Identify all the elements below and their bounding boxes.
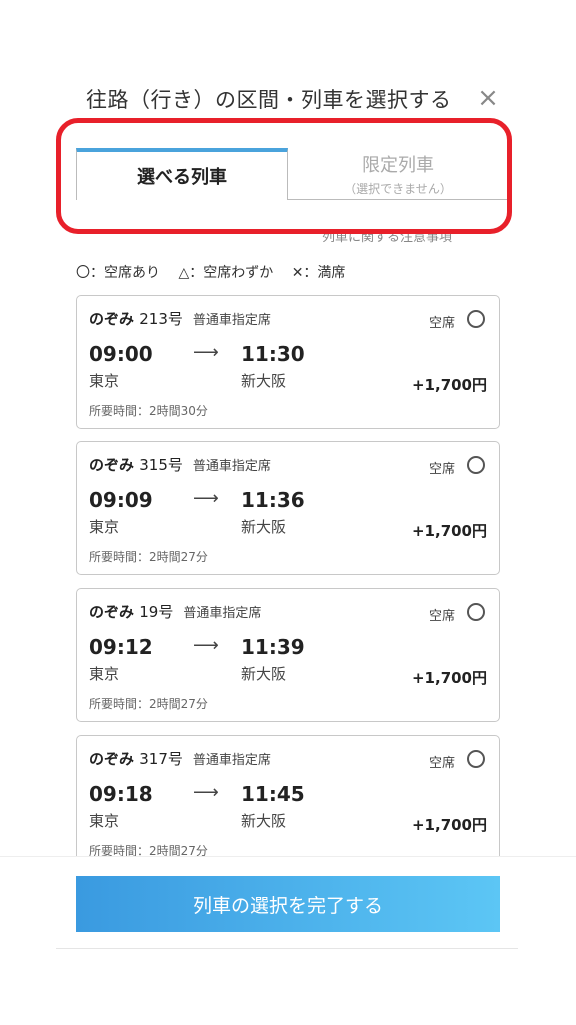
seat-status: 空席 [428,462,455,477]
tab-label: 限定列車 [362,154,434,176]
train-radio[interactable] [467,750,485,768]
train-card[interactable]: のぞみ 213号 普通車指定席 空席 09:00 ⟶ 11:30 東京 新大阪 +… [76,295,500,429]
divider [56,948,518,949]
duration: 所要時間：2時間27分 [89,697,208,711]
departure-time: 09:12 [89,635,153,659]
arrow-icon: ⟶ [193,488,219,509]
departure-time: 09:00 [89,342,153,366]
arrival-time: 11:30 [241,342,305,366]
arrival-station: 新大阪 [241,812,287,830]
tab-limited-trains[interactable]: 限定列車 （選択できません） [288,148,508,200]
train-radio[interactable] [467,456,485,474]
arrival-station: 新大阪 [241,518,287,536]
complete-selection-button[interactable]: 列車の選択を完了する [76,876,500,932]
duration: 所要時間：2時間27分 [89,550,208,564]
seat-legend: 〇：空席あり △：空席わずか ✕：満席 [76,262,359,282]
price: +1,700円 [411,669,487,687]
arrival-station: 新大阪 [241,665,287,683]
train-name: のぞみ 315号 普通車指定席 [89,456,271,474]
train-card[interactable]: のぞみ 315号 普通車指定席 空席 09:09 ⟶ 11:36 東京 新大阪 +… [76,441,500,575]
train-card[interactable]: のぞみ 19号 普通車指定席 空席 09:12 ⟶ 11:39 東京 新大阪 +1… [76,588,500,722]
legend-few: △：空席わずか [178,265,274,281]
seat-type: 普通車指定席 [183,606,262,621]
tab-sublabel: （選択できません） [344,181,452,196]
train-card[interactable]: のぞみ 317号 普通車指定席 空席 09:18 ⟶ 11:45 東京 新大阪 +… [76,735,500,869]
legend-available: 〇：空席あり [76,265,160,281]
departure-station: 東京 [89,372,120,390]
seat-type: 普通車指定席 [192,313,271,328]
arrow-icon: ⟶ [193,782,219,803]
train-name: のぞみ 317号 普通車指定席 [89,750,271,768]
seat-type: 普通車指定席 [192,753,271,768]
price: +1,700円 [411,816,487,834]
close-icon[interactable]: × [474,84,502,112]
arrival-time: 11:39 [241,635,305,659]
page-title: 往路（行き）の区間・列車を選択する [86,88,452,112]
seat-status: 空席 [428,609,455,624]
departure-station: 東京 [89,518,120,536]
arrow-icon: ⟶ [193,342,219,363]
train-type-tabs: 選べる列車 限定列車 （選択できません） [76,148,508,202]
arrival-time: 11:45 [241,782,305,806]
seat-status: 空席 [428,316,455,331]
arrival-time: 11:36 [241,488,305,512]
seat-status: 空席 [428,756,455,771]
departure-time: 09:09 [89,488,153,512]
train-name: のぞみ 213号 普通車指定席 [89,310,271,328]
train-radio[interactable] [467,603,485,621]
departure-time: 09:18 [89,782,153,806]
arrival-station: 新大阪 [241,372,287,390]
legend-full: ✕：満席 [291,265,346,281]
tab-selectable-trains[interactable]: 選べる列車 [76,148,288,200]
departure-station: 東京 [89,665,120,683]
tab-label: 選べる列車 [137,167,227,188]
train-name: のぞみ 19号 普通車指定席 [89,603,262,621]
price: +1,700円 [411,376,487,394]
price: +1,700円 [411,522,487,540]
train-notice-link[interactable]: 列車に関する注意事項 [322,226,452,245]
duration: 所要時間：2時間30分 [89,404,208,418]
seat-type: 普通車指定席 [192,459,271,474]
departure-station: 東京 [89,812,120,830]
train-radio[interactable] [467,310,485,328]
arrow-icon: ⟶ [193,635,219,656]
